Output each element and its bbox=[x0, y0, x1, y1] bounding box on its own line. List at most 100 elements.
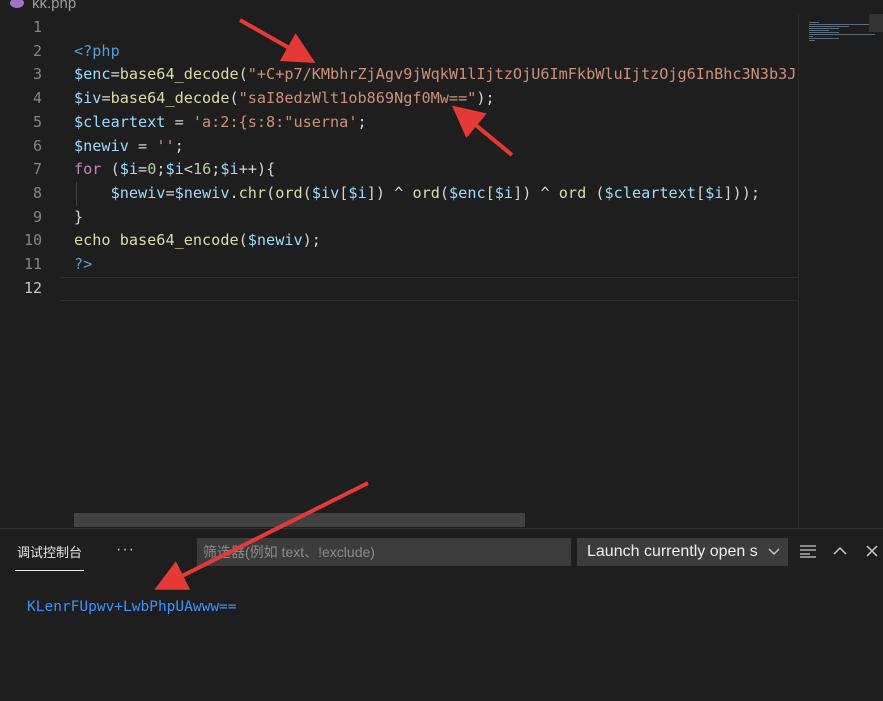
code-token: "saI8edzWlt1ob869Ngf0Mw==" bbox=[238, 89, 477, 108]
code-token: 'a:2:{s:8:"userna' bbox=[192, 112, 358, 131]
code-token: . bbox=[229, 183, 239, 202]
code-token: ; bbox=[156, 160, 166, 179]
code-token: ord bbox=[412, 183, 440, 202]
code-token: = bbox=[101, 89, 111, 108]
word-wrap-icon[interactable] bbox=[797, 539, 819, 563]
console-output-line: KLenrFUpwv+LwbPhpUAwww== bbox=[27, 599, 237, 615]
minimap-line bbox=[809, 34, 875, 35]
code-line: for ($i=0;$i<16;$i++){ bbox=[74, 158, 275, 182]
code-editor[interactable]: 1 2 3 4 5 6 7 8 9 10 11 12 <?php $enc=base64_decode(… bbox=[0, 14, 798, 528]
code-token: = bbox=[165, 112, 193, 131]
code-token: ]) ^ bbox=[513, 183, 559, 202]
launch-config-label: Launch currently open s bbox=[587, 543, 758, 560]
code-token: $iv bbox=[311, 183, 340, 202]
line-number: 4 bbox=[32, 89, 42, 108]
code-token: ( bbox=[439, 183, 450, 202]
console-filter-input[interactable] bbox=[197, 538, 571, 566]
close-panel-icon[interactable] bbox=[861, 539, 883, 563]
minimap-line bbox=[809, 38, 839, 39]
code-token: "+C+p7/KMbhrZjAgv9jWqkW1lIjtzOjU6ImFkbWl… bbox=[247, 65, 798, 84]
code-line: $enc=base64_decode("+C+p7/KMbhrZjAgv9jWq… bbox=[74, 63, 798, 87]
line-number: 10 bbox=[23, 231, 42, 250]
code-line: $cleartext = 'a:2:{s:8:"userna'; bbox=[74, 111, 367, 135]
minimap-line bbox=[809, 36, 813, 37]
code-token: ( bbox=[238, 231, 248, 250]
minimap-line bbox=[809, 40, 815, 41]
code-token: = bbox=[138, 160, 148, 179]
code-token: = bbox=[128, 136, 157, 155]
debug-console-panel: 调试控制台 ··· Launch currently open s KLenrF… bbox=[0, 528, 883, 701]
line-number: 11 bbox=[23, 255, 42, 273]
minimap-line bbox=[809, 32, 839, 33]
code-token: < bbox=[183, 160, 193, 179]
code-token: $i bbox=[220, 160, 239, 179]
code-token: ( bbox=[229, 89, 239, 108]
code-line: } bbox=[74, 206, 83, 230]
code-token: ord bbox=[275, 183, 303, 202]
code-token: ); bbox=[302, 231, 321, 250]
code-token: ])); bbox=[723, 183, 760, 202]
file-tab[interactable]: kk.php bbox=[10, 0, 76, 12]
code-token: ( bbox=[101, 160, 120, 179]
minimap-line bbox=[809, 22, 819, 23]
chevron-down-icon bbox=[768, 538, 780, 566]
code-token: } bbox=[74, 207, 84, 226]
line-number: 1 bbox=[32, 18, 42, 36]
line-number: 12 bbox=[23, 278, 42, 297]
code-line: $newiv = ''; bbox=[74, 135, 184, 159]
line-number: 7 bbox=[32, 160, 42, 179]
code-token: $enc bbox=[74, 65, 111, 84]
code-token: ( bbox=[586, 183, 605, 202]
code-token: $enc bbox=[449, 183, 486, 202]
code-token: base64_encode bbox=[119, 231, 239, 250]
code-line: ?> bbox=[74, 253, 92, 277]
code-token: ?> bbox=[74, 255, 93, 273]
code-token: 16 bbox=[192, 160, 212, 179]
code-token: = bbox=[165, 183, 175, 202]
line-number: 5 bbox=[32, 112, 42, 131]
code-token: = bbox=[110, 65, 120, 84]
more-actions-button[interactable]: ··· bbox=[116, 541, 135, 559]
minimap-line bbox=[809, 26, 849, 27]
code-token: $i bbox=[494, 183, 514, 202]
code-line: echo base64_encode($newiv); bbox=[74, 229, 321, 253]
code-token: for bbox=[74, 160, 102, 179]
code-token: $i bbox=[165, 160, 184, 179]
code-token: $newiv bbox=[110, 183, 166, 202]
code-token: ); bbox=[476, 89, 495, 108]
code-token: $cleartext bbox=[74, 112, 166, 131]
code-token: base64_decode bbox=[119, 65, 239, 84]
code-token: base64_decode bbox=[110, 89, 230, 108]
minimap-line bbox=[809, 28, 839, 29]
code-token: $iv bbox=[74, 89, 102, 108]
code-line: <?php bbox=[74, 40, 120, 64]
code-token: ( bbox=[302, 183, 312, 202]
code-token: ord bbox=[558, 183, 587, 202]
code-token: $newiv bbox=[74, 136, 129, 155]
line-number: 8 bbox=[32, 183, 42, 202]
horizontal-scrollbar[interactable] bbox=[74, 513, 525, 527]
code-token: ++){ bbox=[238, 160, 276, 179]
code-token: $newiv bbox=[247, 231, 303, 250]
code-token: echo bbox=[74, 231, 111, 250]
line-number: 9 bbox=[32, 207, 42, 226]
line-number: 3 bbox=[32, 65, 42, 84]
code-token: $newiv bbox=[174, 183, 230, 202]
maximize-panel-icon[interactable] bbox=[829, 539, 851, 563]
tab-debug-console[interactable]: 调试控制台 bbox=[15, 542, 85, 571]
line-number: 2 bbox=[32, 41, 42, 60]
code-token: $i bbox=[705, 183, 724, 202]
code-token: ; bbox=[357, 112, 367, 131]
code-token: [ bbox=[695, 183, 706, 202]
editor-tab-strip: kk.php bbox=[0, 0, 883, 14]
minimap[interactable] bbox=[798, 14, 883, 528]
php-elephant-icon bbox=[10, 0, 24, 8]
code-token: 0 bbox=[147, 160, 157, 179]
launch-config-select[interactable]: Launch currently open s bbox=[577, 538, 788, 566]
current-line-highlight bbox=[60, 276, 798, 301]
code-token: ]) ^ bbox=[366, 183, 413, 202]
vertical-scrollbar-thumb[interactable] bbox=[869, 14, 883, 32]
code-token: ; bbox=[174, 136, 184, 155]
line-number: 6 bbox=[32, 136, 42, 155]
